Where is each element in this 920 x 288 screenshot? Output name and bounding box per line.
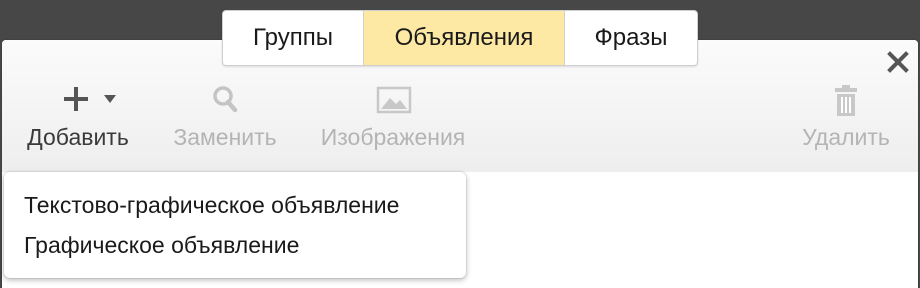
images-button[interactable]: Изображения bbox=[314, 84, 472, 154]
close-button[interactable] bbox=[886, 50, 910, 74]
replace-button[interactable]: Заменить bbox=[166, 84, 284, 154]
replace-button-label: Заменить bbox=[173, 124, 277, 150]
images-button-label: Изображения bbox=[320, 124, 466, 150]
menu-item-text-graphic-ad[interactable]: Текстово-графическое объявление bbox=[24, 192, 399, 219]
search-icon bbox=[213, 86, 238, 113]
plus-icon bbox=[64, 87, 116, 111]
chevron-down-icon bbox=[104, 95, 116, 103]
close-icon bbox=[887, 51, 909, 73]
delete-button-label: Удалить bbox=[802, 124, 890, 150]
add-dropdown-menu: Текстово-графическое объявление Графичес… bbox=[4, 172, 466, 278]
tab-ads[interactable]: Объявления bbox=[363, 11, 564, 65]
image-icon bbox=[376, 86, 412, 114]
delete-button[interactable]: Удалить bbox=[796, 84, 896, 154]
tab-phrases[interactable]: Фразы bbox=[564, 11, 697, 65]
add-button-label: Добавить bbox=[27, 124, 129, 150]
trash-icon bbox=[835, 85, 857, 116]
menu-item-graphic-ad[interactable]: Графическое объявление bbox=[24, 232, 299, 259]
add-button[interactable]: Добавить bbox=[20, 84, 136, 154]
view-tabs: Группы Объявления Фразы bbox=[222, 10, 698, 66]
tab-groups[interactable]: Группы bbox=[223, 11, 363, 65]
